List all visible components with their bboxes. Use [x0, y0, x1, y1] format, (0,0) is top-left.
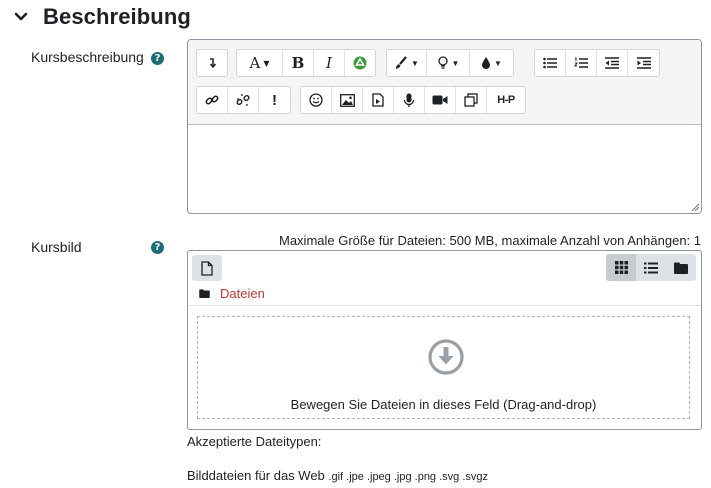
max-file-info: Maximale Größe für Dateien: 500 MB, maxi… [279, 233, 701, 248]
toolbar-group-format: A ▼ B I [236, 49, 376, 77]
chevron-down-icon[interactable] [14, 10, 28, 24]
collapse-icon[interactable] [197, 50, 227, 76]
download-arrow-icon [428, 339, 464, 375]
resize-grip-icon[interactable] [691, 203, 699, 211]
exclamation-icon[interactable]: ! [259, 87, 290, 113]
h5p-icon[interactable]: H-P [487, 87, 525, 113]
toolbar-group-collapse [196, 49, 228, 77]
font-icon: A [249, 54, 261, 72]
section-header[interactable]: Beschreibung [14, 3, 191, 31]
grid-view-icon [614, 261, 628, 274]
outdent-icon[interactable] [597, 50, 628, 76]
accessibility-icon[interactable] [345, 50, 375, 76]
ordered-list-icon[interactable] [566, 50, 597, 76]
breadcrumb: Dateien [199, 286, 265, 301]
toolbar-group-media: H-P [300, 86, 526, 114]
drop-zone-text: Bewegen Sie Dateien in dieses Feld (Drag… [290, 397, 597, 412]
copy-icon[interactable] [456, 87, 487, 113]
help-icon[interactable]: ? [151, 52, 164, 65]
accepted-types-label: Akzeptierte Dateitypen: [187, 434, 322, 449]
image-icon[interactable] [332, 87, 363, 113]
file-picker-header: Dateien [188, 251, 701, 306]
bold-button[interactable]: B [283, 50, 314, 76]
list-view-icon [644, 262, 658, 273]
toolbar-group-lists [534, 49, 660, 77]
unlink-icon[interactable] [228, 87, 259, 113]
file-icon [201, 260, 213, 276]
drop-icon[interactable]: ▼ [470, 50, 513, 76]
rich-text-editor: A ▼ B I ▼ ▼ ▼ ! H-P [187, 39, 702, 214]
bulb-icon[interactable]: ▼ [427, 50, 470, 76]
accepted-extensions: .gif .jpe .jpeg .jpg .png .svg .svgz [328, 471, 489, 483]
section-title: Beschreibung [43, 4, 191, 29]
view-mode-group [606, 254, 696, 281]
link-icon[interactable] [197, 87, 228, 113]
help-icon[interactable]: ? [151, 241, 164, 254]
folder-view-icon [674, 262, 688, 274]
drop-zone[interactable]: Bewegen Sie Dateien in dieses Feld (Drag… [197, 316, 690, 419]
emoji-icon[interactable] [301, 87, 332, 113]
brush-icon[interactable]: ▼ [387, 50, 427, 76]
accepted-types: Bilddateien für das Web .gif .jpe .jpeg … [187, 468, 488, 483]
font-button[interactable]: A ▼ [237, 50, 283, 76]
toolbar-group-links: ! [196, 86, 291, 114]
media-icon[interactable] [363, 87, 394, 113]
italic-button[interactable]: I [314, 50, 345, 76]
add-file-button[interactable] [192, 255, 222, 281]
accepted-types-name: Bilddateien für das Web [187, 468, 325, 483]
file-picker: Dateien Bewegen Sie Dateien in dieses Fe… [187, 250, 702, 430]
grid-view-button[interactable] [606, 254, 636, 281]
path-link-files[interactable]: Dateien [220, 286, 265, 301]
list-view-button[interactable] [636, 254, 666, 281]
folder-icon [199, 289, 210, 298]
editor-toolbar: A ▼ B I ▼ ▼ ▼ ! H-P [188, 40, 701, 125]
microphone-icon[interactable] [394, 87, 425, 113]
description-label: Kursbeschreibung [31, 49, 144, 65]
editor-content-area[interactable] [188, 125, 701, 213]
course-image-label: Kursbild [31, 239, 82, 255]
indent-icon[interactable] [628, 50, 659, 76]
video-icon[interactable] [425, 87, 456, 113]
toolbar-group-style: ▼ ▼ ▼ [386, 49, 514, 77]
folder-view-button[interactable] [666, 254, 696, 281]
unordered-list-icon[interactable] [535, 50, 566, 76]
